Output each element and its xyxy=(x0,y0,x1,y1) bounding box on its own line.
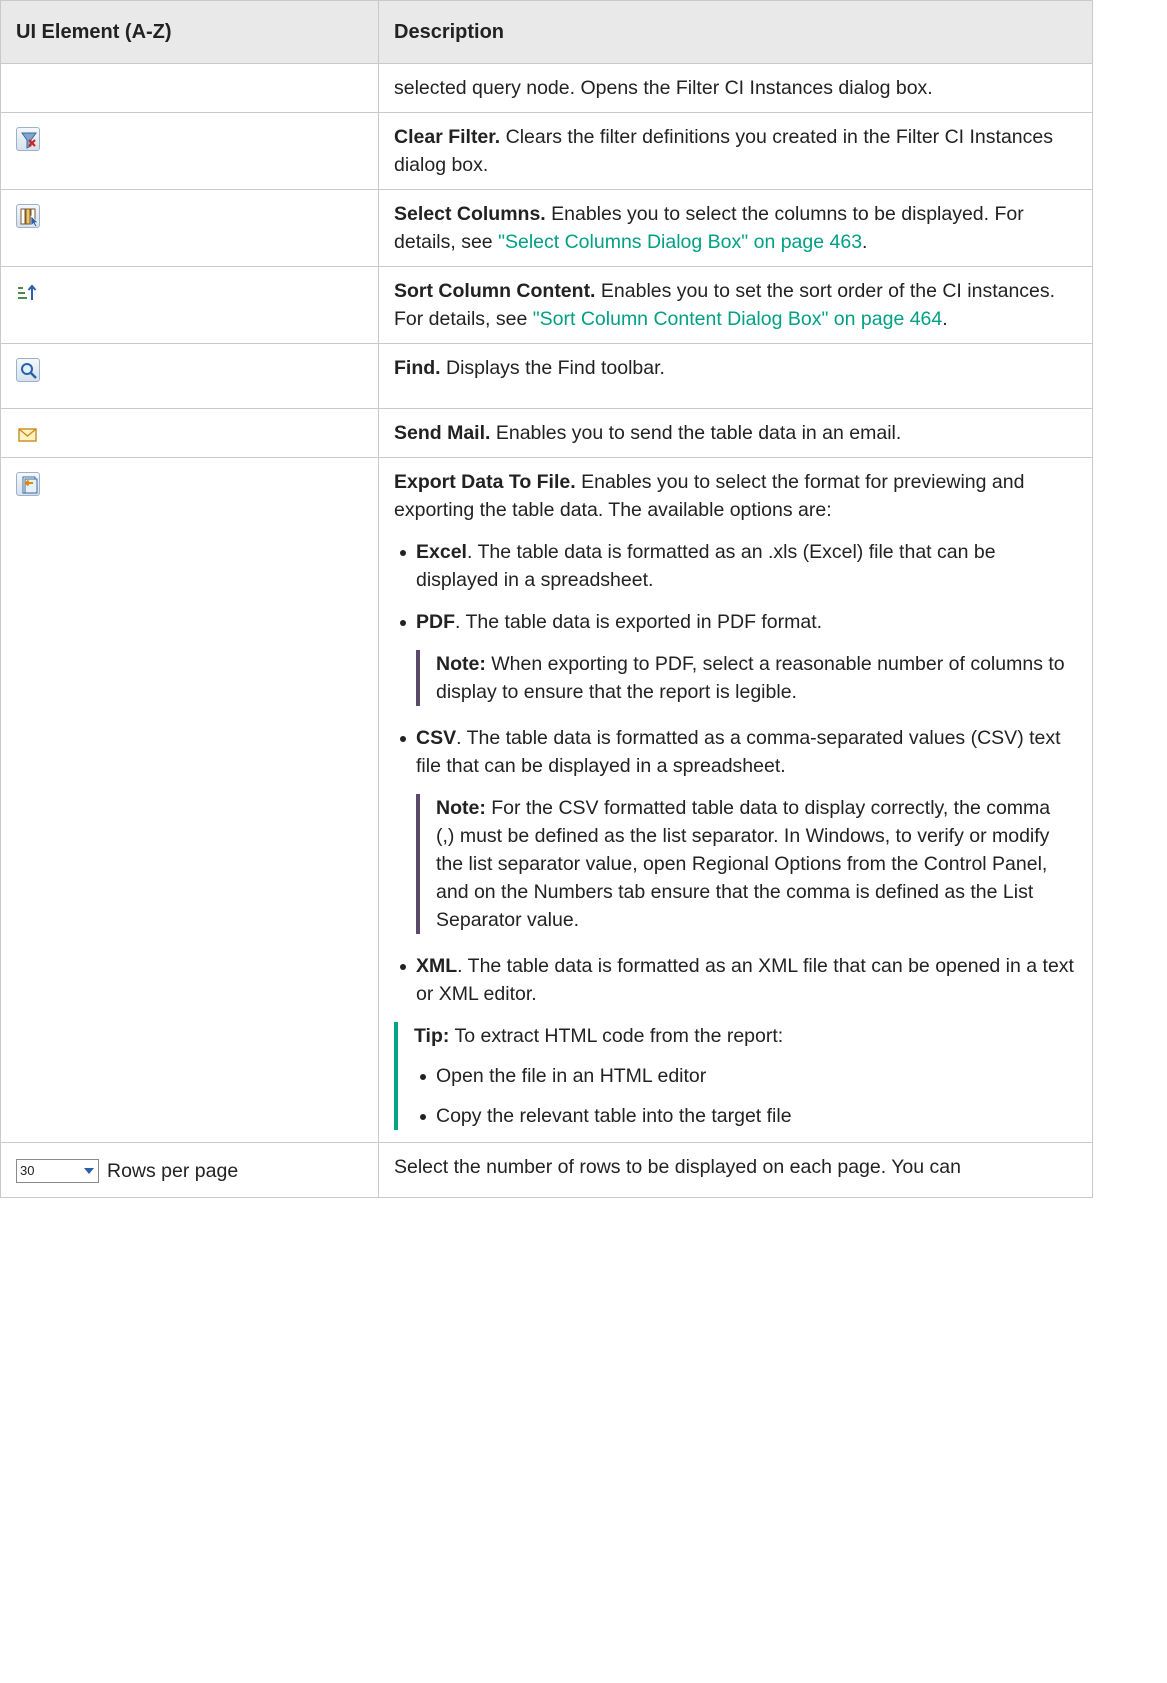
option-name: Excel xyxy=(416,541,467,563)
description-text: Enables you to send the table data in an… xyxy=(490,422,902,444)
list-item: Open the file in an HTML editor xyxy=(414,1062,1072,1090)
clear-filter-icon[interactable] xyxy=(16,127,40,151)
search-icon[interactable] xyxy=(16,358,40,382)
ui-element-cell xyxy=(0,112,379,190)
table-row: selected query node. Opens the Filter CI… xyxy=(0,63,1093,113)
element-title: Export Data To File. xyxy=(394,471,576,493)
option-name: XML xyxy=(416,955,458,977)
description-cell: Select Columns. Enables you to select th… xyxy=(378,189,1093,267)
ui-element-cell: 30 Rows per page xyxy=(0,1142,379,1198)
chevron-down-icon[interactable] xyxy=(80,1160,98,1182)
note-box: Note: For the CSV formatted table data t… xyxy=(416,794,1082,934)
list-item: Excel. The table data is formatted as an… xyxy=(394,538,1082,594)
table-header-row: UI Element (A-Z) Description xyxy=(0,0,1093,64)
table-row: Sort Column Content. Enables you to set … xyxy=(0,266,1093,344)
element-title: Send Mail. xyxy=(394,422,491,444)
option-description: . The table data is formatted as a comma… xyxy=(416,727,1061,777)
mail-icon[interactable] xyxy=(16,423,40,447)
punctuation: . xyxy=(942,308,948,330)
description-text: Displays the Find toolbar. xyxy=(440,357,665,379)
option-description: . The table data is formatted as an XML … xyxy=(416,955,1074,1005)
element-title: Sort Column Content. xyxy=(394,280,596,302)
element-title: Select Columns. xyxy=(394,203,546,225)
table-row: Find. Displays the Find toolbar. xyxy=(0,343,1093,409)
option-name: CSV xyxy=(416,727,457,749)
ui-element-cell xyxy=(0,266,379,344)
option-description: . The table data is exported in PDF form… xyxy=(455,611,823,633)
ui-element-cell xyxy=(0,408,379,458)
column-header-description: Description xyxy=(378,0,1093,64)
select-columns-icon[interactable] xyxy=(16,204,40,228)
description-cell: Sort Column Content. Enables you to set … xyxy=(378,266,1093,344)
table-row: Export Data To File. Enables you to sele… xyxy=(0,457,1093,1143)
list-item: XML. The table data is formatted as an X… xyxy=(394,952,1082,1008)
description-cell: Clear Filter. Clears the filter definiti… xyxy=(378,112,1093,190)
table-row: Send Mail. Enables you to send the table… xyxy=(0,408,1093,458)
export-icon[interactable] xyxy=(16,472,40,496)
select-columns-dialog-link[interactable]: "Select Columns Dialog Box" on page 463 xyxy=(498,231,862,253)
ui-elements-table: UI Element (A-Z) Description selected qu… xyxy=(0,0,1093,1198)
tip-box: Tip: To extract HTML code from the repor… xyxy=(394,1022,1082,1130)
table-row: Select Columns. Enables you to select th… xyxy=(0,189,1093,267)
rows-per-page-label: Rows per page xyxy=(107,1160,239,1182)
ui-element-cell xyxy=(0,189,379,267)
ui-element-cell xyxy=(0,457,379,1143)
description-cell: Export Data To File. Enables you to sele… xyxy=(378,457,1093,1143)
ui-element-cell xyxy=(0,63,379,113)
punctuation: . xyxy=(862,231,868,253)
tip-text: To extract HTML code from the report: xyxy=(449,1025,784,1047)
export-options-list: Excel. The table data is formatted as an… xyxy=(394,538,1082,1008)
list-item: PDF. The table data is exported in PDF f… xyxy=(394,608,1082,706)
element-title: Clear Filter. xyxy=(394,126,501,148)
option-name: PDF xyxy=(416,611,455,633)
ui-element-cell xyxy=(0,343,379,409)
column-header-ui-element: UI Element (A-Z) xyxy=(0,0,379,64)
description-cell: Select the number of rows to be displaye… xyxy=(378,1142,1093,1198)
description-text: selected query node. Opens the Filter CI… xyxy=(394,77,933,99)
sort-column-dialog-link[interactable]: "Sort Column Content Dialog Box" on page… xyxy=(533,308,943,330)
element-title: Find. xyxy=(394,357,441,379)
table-row: Clear Filter. Clears the filter definiti… xyxy=(0,112,1093,190)
option-description: . The table data is formatted as an .xls… xyxy=(416,541,996,591)
description-cell: Send Mail. Enables you to send the table… xyxy=(378,408,1093,458)
description-cell: Find. Displays the Find toolbar. xyxy=(378,343,1093,409)
rows-per-page-control: 30 Rows per page xyxy=(16,1157,368,1185)
table-row: 30 Rows per page Select the number of ro… xyxy=(0,1142,1093,1198)
note-text: When exporting to PDF, select a reasonab… xyxy=(436,653,1065,703)
rows-per-page-select[interactable]: 30 xyxy=(16,1159,99,1183)
note-label: Note: xyxy=(436,797,486,819)
note-box: Note: When exporting to PDF, select a re… xyxy=(416,650,1082,706)
list-item: Copy the relevant table into the target … xyxy=(414,1102,1072,1130)
tip-steps-list: Open the file in an HTML editor Copy the… xyxy=(414,1062,1072,1130)
note-text: For the CSV formatted table data to disp… xyxy=(436,797,1051,931)
note-label: Note: xyxy=(436,653,486,675)
tip-label: Tip: xyxy=(414,1025,450,1047)
list-item: CSV. The table data is formatted as a co… xyxy=(394,724,1082,934)
select-value: 30 xyxy=(20,1163,35,1178)
description-text: Select the number of rows to be displaye… xyxy=(394,1156,961,1178)
sort-ascending-icon[interactable] xyxy=(16,281,40,305)
description-cell: selected query node. Opens the Filter CI… xyxy=(378,63,1093,113)
